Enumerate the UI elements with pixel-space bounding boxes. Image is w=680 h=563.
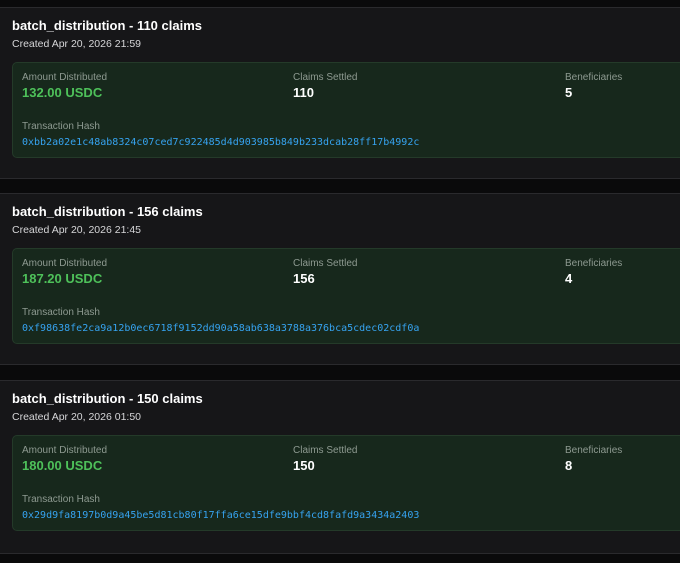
transaction-hash-label: Transaction Hash	[22, 494, 100, 505]
batch-summary-panel: Amount Distributed 180.00 USDC Claims Se…	[12, 435, 680, 531]
batch-card: batch_distribution - 156 claims Created …	[0, 193, 680, 365]
amount-distributed-label: Amount Distributed	[22, 445, 108, 456]
beneficiaries-value: 5	[565, 85, 573, 100]
beneficiaries-value: 4	[565, 271, 573, 286]
transaction-hash-label: Transaction Hash	[22, 121, 100, 132]
batch-created-date: Created Apr 20, 2026 01:50	[12, 411, 142, 423]
transaction-hash-link[interactable]: 0xbb2a02e1c48ab8324c07ced7c922485d4d9039…	[22, 137, 419, 148]
beneficiaries-value: 8	[565, 458, 573, 473]
amount-distributed-value: 187.20 USDC	[22, 271, 103, 286]
batch-title: batch_distribution - 150 claims	[12, 391, 203, 406]
beneficiaries-label: Beneficiaries	[565, 258, 623, 269]
batch-created-date: Created Apr 20, 2026 21:59	[12, 38, 142, 50]
batch-card: batch_distribution - 150 claims Created …	[0, 380, 680, 554]
claims-settled-label: Claims Settled	[293, 72, 358, 83]
batch-title: batch_distribution - 110 claims	[12, 18, 202, 33]
amount-distributed-label: Amount Distributed	[22, 258, 108, 269]
amount-distributed-value: 180.00 USDC	[22, 458, 103, 473]
claims-settled-label: Claims Settled	[293, 258, 358, 269]
claims-settled-value: 150	[293, 458, 315, 473]
claims-settled-label: Claims Settled	[293, 445, 358, 456]
batch-title: batch_distribution - 156 claims	[12, 204, 203, 219]
transaction-hash-link[interactable]: 0x29d9fa8197b0d9a45be5d81cb80f17ffa6ce15…	[22, 510, 419, 521]
beneficiaries-label: Beneficiaries	[565, 445, 623, 456]
claims-settled-value: 110	[293, 85, 314, 100]
batch-card: batch_distribution - 110 claims Created …	[0, 7, 680, 179]
claims-settled-value: 156	[293, 271, 315, 286]
distribution-history: batch_distribution - 110 claims Created …	[0, 0, 680, 563]
amount-distributed-label: Amount Distributed	[22, 72, 108, 83]
amount-distributed-value: 132.00 USDC	[22, 85, 103, 100]
batch-summary-panel: Amount Distributed 132.00 USDC Claims Se…	[12, 62, 680, 158]
beneficiaries-label: Beneficiaries	[565, 72, 623, 83]
batch-summary-panel: Amount Distributed 187.20 USDC Claims Se…	[12, 248, 680, 344]
transaction-hash-label: Transaction Hash	[22, 307, 100, 318]
transaction-hash-link[interactable]: 0xf98638fe2ca9a12b0ec6718f9152dd90a58ab6…	[22, 323, 419, 334]
batch-created-date: Created Apr 20, 2026 21:45	[12, 224, 142, 236]
